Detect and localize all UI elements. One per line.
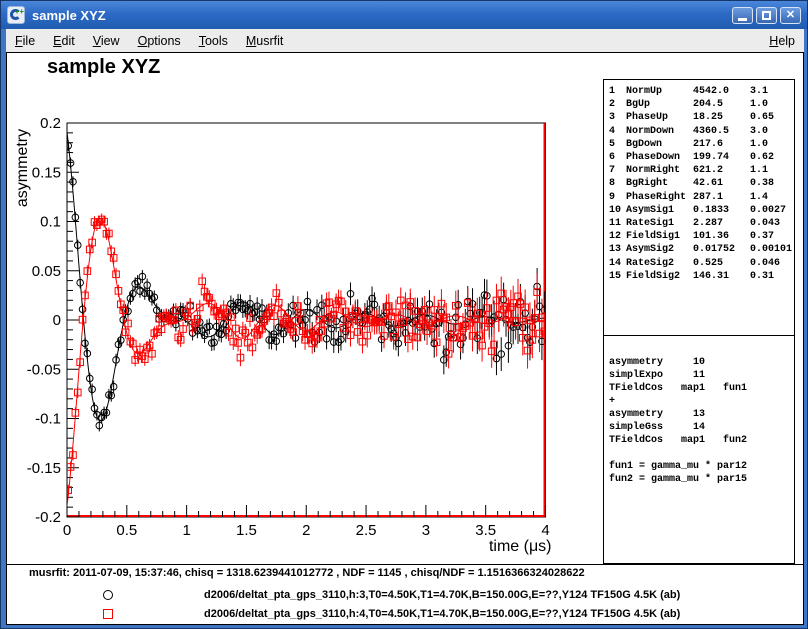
parameter-row: 10AsymSig10.18330.0027 bbox=[609, 204, 794, 217]
svg-text:3.5: 3.5 bbox=[475, 522, 496, 539]
svg-text:0.2: 0.2 bbox=[40, 115, 61, 132]
parameter-list: 1NormUp4542.03.12BgUp204.51.03PhaseUp18.… bbox=[604, 80, 794, 336]
parameter-row: 5BgDown217.61.0 bbox=[609, 138, 794, 151]
svg-text:0: 0 bbox=[53, 312, 61, 329]
parameter-row: 12FieldSig1101.360.37 bbox=[609, 230, 794, 243]
svg-text:-0.15: -0.15 bbox=[27, 460, 61, 477]
legend-label: d2006/deltat_pta_gps_3110,h:4,T0=4.50K,T… bbox=[204, 608, 680, 620]
svg-text:0.15: 0.15 bbox=[32, 164, 61, 181]
svg-text:4: 4 bbox=[541, 522, 549, 539]
y-axis: 0.2 0.15 0.1 0.05 0 -0.05 -0.1 -0.15 -0.2 asymmet… bbox=[14, 115, 79, 526]
series-h:3 bbox=[65, 132, 548, 431]
close-button[interactable]: ✕ bbox=[780, 7, 801, 24]
parameter-row: 13AsymSig20.017520.00101 bbox=[609, 243, 794, 256]
parameter-row: 15FieldSig2146.310.31 bbox=[609, 270, 794, 283]
window-controls: ✕ bbox=[732, 7, 801, 24]
legend-circle-marker bbox=[103, 590, 113, 600]
app-icon: ++ bbox=[7, 6, 25, 24]
parameter-row: 3PhaseUp18.250.65 bbox=[609, 111, 794, 124]
svg-text:-0.1: -0.1 bbox=[35, 411, 61, 428]
maximize-button[interactable] bbox=[756, 7, 777, 24]
svg-text:1.5: 1.5 bbox=[236, 522, 257, 539]
menu-view[interactable]: View bbox=[84, 31, 129, 51]
menu-edit[interactable]: Edit bbox=[44, 31, 84, 51]
parameter-row: 11RateSig12.2870.043 bbox=[609, 217, 794, 230]
window-title: sample XYZ bbox=[32, 8, 106, 23]
svg-text:-0.05: -0.05 bbox=[27, 361, 61, 378]
svg-text:0.05: 0.05 bbox=[32, 263, 61, 280]
svg-text:0.1: 0.1 bbox=[40, 214, 61, 231]
legend-label: d2006/deltat_pta_gps_3110,h:3,T0=4.50K,T… bbox=[204, 589, 680, 601]
parameter-row: 14RateSig20.5250.046 bbox=[609, 257, 794, 270]
theory-section: asymmetry 10 simplExpo 11 TFieldCos map1… bbox=[604, 336, 794, 486]
menubar: File Edit View Options Tools Musrfit Hel… bbox=[6, 29, 804, 52]
svg-text:2.5: 2.5 bbox=[356, 522, 377, 539]
canvas-divider bbox=[7, 564, 803, 565]
root-logo-plusplus: ++ bbox=[15, 8, 24, 16]
minimize-icon bbox=[738, 18, 747, 21]
parameter-row: 1NormUp4542.03.1 bbox=[609, 85, 794, 98]
x-axis: 0 0.5 1 1.5 2 2.5 3 3.5 4time (μs) bbox=[63, 505, 552, 555]
svg-text:1: 1 bbox=[182, 522, 190, 539]
x-axis-title: time (μs) bbox=[489, 538, 552, 555]
svg-text:-0.2: -0.2 bbox=[35, 509, 61, 526]
svg-text:2: 2 bbox=[302, 522, 310, 539]
fit-status-line: musrfit: 2011-07-09, 15:37:46, chisq = 1… bbox=[29, 567, 585, 579]
parameter-row: 8BgRight42.610.38 bbox=[609, 177, 794, 190]
theory-text: asymmetry 10 simplExpo 11 TFieldCos map1… bbox=[609, 356, 794, 486]
plot-canvas: 0 0.5 1 1.5 2 2.5 3 3.5 4time (μs) 0.2 0.15 0.1 0.05… bbox=[6, 52, 804, 625]
asymmetry-plot: 0 0.5 1 1.5 2 2.5 3 3.5 4time (μs) 0.2 0.15 0.1 0.05… bbox=[7, 53, 597, 564]
legend-item: d2006/deltat_pta_gps_3110,h:4,T0=4.50K,T… bbox=[7, 607, 803, 621]
svg-text:0.5: 0.5 bbox=[116, 522, 137, 539]
menu-help[interactable]: Help bbox=[760, 31, 804, 51]
menu-musrfit[interactable]: Musrfit bbox=[237, 31, 293, 51]
series-h:4 bbox=[65, 213, 548, 506]
menu-tools[interactable]: Tools bbox=[190, 31, 237, 51]
maximize-icon bbox=[762, 11, 771, 20]
parameter-row: 4NormDown4360.53.0 bbox=[609, 125, 794, 138]
plot-title: sample XYZ bbox=[47, 56, 160, 79]
close-icon: ✕ bbox=[786, 10, 795, 21]
parameter-row: 6PhaseDown199.740.62 bbox=[609, 151, 794, 164]
parameter-row: 9PhaseRight287.11.4 bbox=[609, 191, 794, 204]
parameter-row: 2BgUp204.51.0 bbox=[609, 98, 794, 111]
svg-text:0: 0 bbox=[63, 522, 71, 539]
menu-file[interactable]: File bbox=[6, 31, 44, 51]
legend-square-marker bbox=[103, 609, 113, 619]
fit-output-panel: 1NormUp4542.03.12BgUp204.51.03PhaseUp18.… bbox=[603, 79, 795, 564]
legend-item: d2006/deltat_pta_gps_3110,h:3,T0=4.50K,T… bbox=[7, 588, 803, 602]
app-window: ++ sample XYZ ✕ File Edit View Options T… bbox=[0, 0, 808, 629]
y-axis-title: asymmetry bbox=[14, 129, 31, 207]
parameter-row: 7NormRight621.21.1 bbox=[609, 164, 794, 177]
titlebar: ++ sample XYZ ✕ bbox=[1, 1, 807, 29]
minimize-button[interactable] bbox=[732, 7, 753, 24]
menu-options[interactable]: Options bbox=[129, 31, 190, 51]
svg-text:3: 3 bbox=[422, 522, 430, 539]
